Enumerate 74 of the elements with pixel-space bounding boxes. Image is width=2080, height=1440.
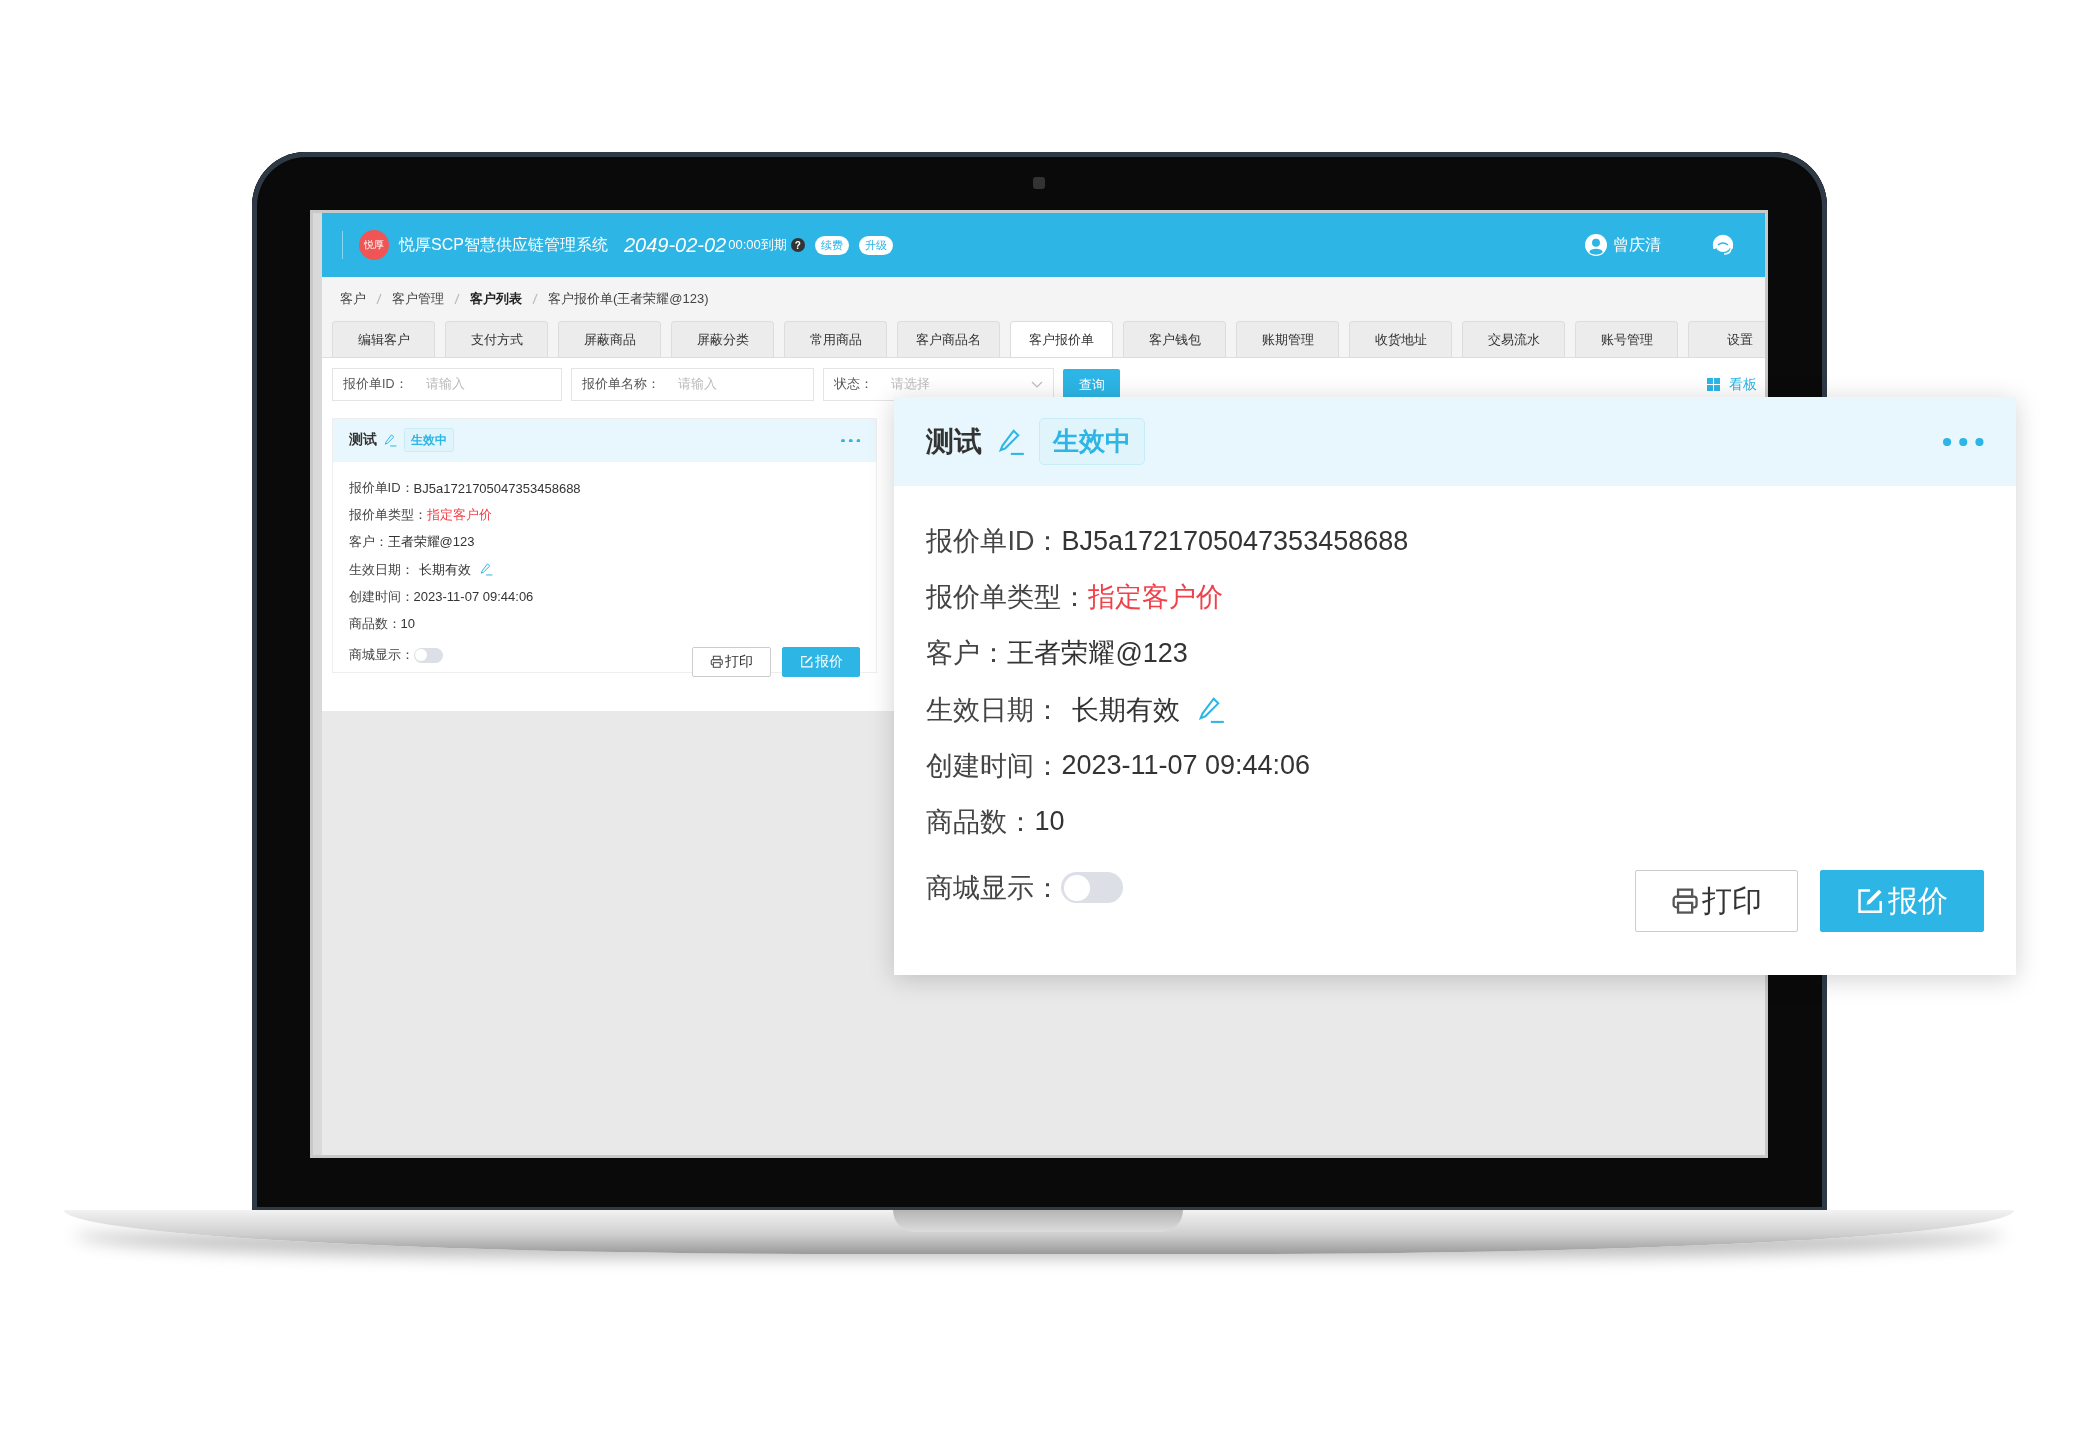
tab[interactable]: 常用商品 xyxy=(784,321,887,357)
user-icon xyxy=(1585,234,1607,256)
breadcrumb-link[interactable]: 客户管理 xyxy=(392,290,444,308)
filter-field[interactable]: 报价单ID： 请输入 xyxy=(332,368,562,401)
field-value: 2023-11-07 09:44:06 xyxy=(1061,750,1311,782)
field-label: 商品数： xyxy=(348,614,401,633)
breadcrumb-link[interactable]: 客户列表 xyxy=(470,290,522,308)
field-label: 生效日期： xyxy=(348,560,414,579)
tab[interactable]: 账期管理 xyxy=(1236,321,1339,357)
tab[interactable]: 屏蔽商品 xyxy=(558,321,661,357)
tab[interactable]: 账号管理 xyxy=(1575,321,1678,357)
field-label: 商城显示： xyxy=(926,871,1062,905)
field-label: 生效日期： xyxy=(926,693,1062,727)
headset-icon[interactable] xyxy=(1711,233,1735,257)
tab[interactable]: 交易流水 xyxy=(1462,321,1565,357)
field-value: BJ5a1721705047353458688 xyxy=(1061,525,1409,557)
app-title: 悦厚SCP智慧供应链管理系统 xyxy=(399,234,608,255)
grid-icon[interactable] xyxy=(1707,378,1720,391)
field-value: 指定客户价 xyxy=(426,506,492,525)
tab[interactable]: 收货地址 xyxy=(1349,321,1452,357)
field-label: 创建时间： xyxy=(926,749,1062,783)
card-title: 测试 xyxy=(926,423,983,459)
field-label: 报价单类型： xyxy=(348,506,427,525)
expiry-time: 00:00到期 xyxy=(728,236,787,254)
field-value: 长期有效 xyxy=(1072,693,1181,727)
field-value: 10 xyxy=(1034,806,1065,838)
field-value: 10 xyxy=(400,616,416,632)
status-tag: 生效中 xyxy=(1039,417,1145,466)
print-button[interactable]: 打印 xyxy=(1634,870,1798,933)
status-tag: 生效中 xyxy=(403,428,455,453)
tab[interactable]: 客户商品名 xyxy=(897,321,1000,357)
breadcrumb-separator-icon xyxy=(532,293,538,305)
field-label: 报价单类型： xyxy=(926,581,1089,615)
breadcrumb-link[interactable]: 客户报价单(王者荣耀@123) xyxy=(548,290,709,308)
toggle-switch[interactable] xyxy=(1061,872,1124,904)
field-value: BJ5a1721705047353458688 xyxy=(413,480,581,496)
edit-icon xyxy=(1856,887,1885,916)
tab[interactable]: 客户钱包 xyxy=(1123,321,1226,357)
tab[interactable]: 支付方式 xyxy=(445,321,548,357)
toggle-switch[interactable] xyxy=(413,647,444,663)
tab[interactable]: 编辑客户 xyxy=(332,321,435,357)
expiry-date: 2049-02-02 xyxy=(623,233,727,257)
field-label: 报价单ID： xyxy=(348,479,414,498)
field-label: 创建时间： xyxy=(348,587,414,606)
filter-field[interactable]: 报价单名称： 请输入 xyxy=(571,368,814,401)
print-button[interactable]: 打印 xyxy=(692,646,772,677)
field-value: 指定客户价 xyxy=(1088,581,1224,615)
pencil-icon[interactable] xyxy=(1196,694,1227,725)
tab[interactable]: 屏蔽分类 xyxy=(671,321,774,357)
field-value: 长期有效 xyxy=(418,560,471,579)
help-icon[interactable]: ? xyxy=(790,238,805,252)
more-icon[interactable] xyxy=(1943,437,1984,446)
chevron-down-icon[interactable] xyxy=(1031,380,1043,389)
breadcrumb-separator-icon xyxy=(454,293,460,305)
printer-icon xyxy=(710,654,724,669)
tab[interactable]: 设置 xyxy=(1688,321,1765,357)
more-icon[interactable] xyxy=(840,438,861,443)
edit-icon xyxy=(799,654,814,669)
breadcrumb-separator-icon xyxy=(376,293,382,305)
field-value: 2023-11-07 09:44:06 xyxy=(413,589,534,605)
field-value: 王者荣耀@123 xyxy=(387,533,475,552)
field-label: 商品数： xyxy=(926,805,1035,839)
tab[interactable]: 客户报价单 xyxy=(1010,321,1113,357)
field-label: 商城显示： xyxy=(348,646,414,665)
pencil-icon[interactable] xyxy=(383,433,398,448)
field-value: 王者荣耀@123 xyxy=(1007,637,1188,671)
field-label: 客户： xyxy=(348,533,388,552)
logo-icon: 悦厚 xyxy=(359,230,389,260)
breadcrumb-link[interactable]: 客户 xyxy=(340,290,366,308)
pencil-icon[interactable] xyxy=(478,562,493,577)
printer-icon xyxy=(1670,887,1699,916)
card-title: 测试 xyxy=(348,431,377,450)
field-label: 报价单ID： xyxy=(926,525,1062,559)
field-label: 客户： xyxy=(926,637,1008,671)
